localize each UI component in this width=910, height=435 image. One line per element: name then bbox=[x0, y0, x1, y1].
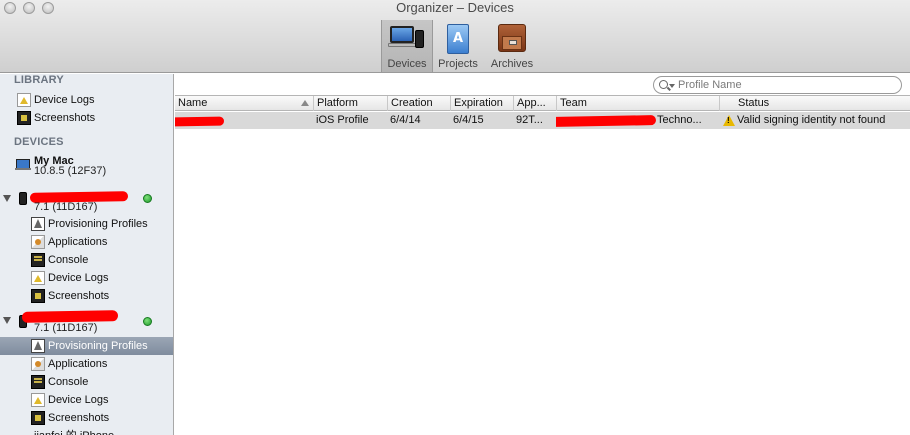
cell-status: Valid signing identity not found bbox=[719, 112, 910, 129]
devices-header: DEVICES bbox=[14, 136, 64, 148]
sidebar-item-label: jianfei 的 iPhone bbox=[34, 427, 114, 435]
sidebar-item-library-device-logs[interactable]: Device Logs bbox=[0, 91, 173, 109]
device-connected-status-dot bbox=[143, 194, 152, 203]
sidebar-item-my-mac[interactable]: My Mac 10.8.5 (12F37) bbox=[0, 154, 173, 180]
column-header-label: Name bbox=[178, 97, 208, 109]
sidebar-item-device-3[interactable]: jianfei 的 iPhone bbox=[0, 427, 173, 435]
sidebar-item-device-2-screenshots[interactable]: Screenshots bbox=[0, 409, 173, 427]
cell-app-id: 92T... bbox=[516, 114, 543, 126]
sidebar-item-device-1-provisioning-profiles[interactable]: Provisioning Profiles bbox=[0, 215, 173, 233]
cell-creation: 6/4/14 bbox=[390, 114, 421, 126]
cell-name bbox=[175, 112, 313, 129]
sidebar-item-device-2-device-logs[interactable]: Device Logs bbox=[0, 391, 173, 409]
column-header-label: Team bbox=[560, 97, 587, 109]
mac-version: 10.8.5 (12F37) bbox=[34, 165, 107, 177]
sidebar-item-label: Provisioning Profiles bbox=[48, 218, 148, 230]
column-header-platform[interactable]: Platform bbox=[313, 96, 387, 111]
screenshots-icon bbox=[17, 111, 31, 125]
sidebar-item-device-1[interactable]: 7.1 (11D167) bbox=[0, 190, 173, 213]
sidebar-item-label: Applications bbox=[48, 236, 108, 248]
device-connected-status-dot bbox=[143, 317, 152, 326]
console-icon bbox=[31, 375, 45, 389]
search-options-chevron-icon[interactable] bbox=[669, 84, 675, 88]
sidebar-item-device-1-screenshots[interactable]: Screenshots bbox=[0, 287, 173, 305]
device-logs-icon bbox=[17, 93, 31, 107]
screenshots-icon bbox=[31, 289, 45, 303]
sidebar-item-label: Device Logs bbox=[48, 272, 109, 284]
toolbar-projects-label: Projects bbox=[438, 58, 478, 70]
library-header: LIBRARY bbox=[14, 74, 64, 86]
device-logs-icon bbox=[31, 393, 45, 407]
profile-search-field[interactable] bbox=[653, 76, 902, 94]
sidebar-item-label: Provisioning Profiles bbox=[48, 340, 148, 352]
applications-icon bbox=[31, 235, 45, 249]
sort-ascending-icon bbox=[301, 100, 309, 106]
column-header-label: Platform bbox=[317, 97, 358, 109]
cell-team: Techno... bbox=[556, 112, 719, 129]
column-header-team[interactable]: Team bbox=[556, 96, 719, 111]
applications-icon bbox=[31, 357, 45, 371]
sidebar-item-label: Device Logs bbox=[34, 94, 95, 106]
iphone-icon bbox=[19, 192, 27, 205]
device-1-version: 7.1 (11D167) bbox=[34, 201, 98, 213]
device-logs-icon bbox=[31, 271, 45, 285]
sidebar-item-library-screenshots[interactable]: Screenshots bbox=[0, 109, 173, 127]
cell-platform: iOS Profile bbox=[316, 114, 369, 126]
sidebar-item-label: Device Logs bbox=[48, 394, 109, 406]
archives-icon bbox=[498, 24, 526, 52]
column-header-label: Status bbox=[738, 97, 770, 109]
column-header-expiration[interactable]: Expiration bbox=[450, 96, 513, 111]
sidebar-item-device-2-applications[interactable]: Applications bbox=[0, 355, 173, 373]
sidebar-item-label: Screenshots bbox=[34, 112, 96, 124]
toolbar-devices-label: Devices bbox=[387, 58, 427, 70]
sidebar-item-device-2-provisioning-profiles[interactable]: Provisioning Profiles bbox=[0, 337, 173, 355]
column-header-app-id[interactable]: App... bbox=[513, 96, 556, 111]
screenshots-icon bbox=[31, 411, 45, 425]
column-header-label: Creation bbox=[391, 97, 433, 109]
profiles-panel: Name Platform Creation Expiration App...… bbox=[175, 74, 910, 435]
toolbar-devices-button[interactable]: Devices bbox=[381, 20, 433, 72]
disclosure-triangle-icon[interactable] bbox=[3, 195, 11, 202]
toolbar-archives-label: Archives bbox=[490, 58, 534, 70]
devices-icon bbox=[388, 24, 424, 52]
console-icon bbox=[31, 253, 45, 267]
table-header: Name Platform Creation Expiration App...… bbox=[175, 95, 910, 111]
sidebar-item-device-1-applications[interactable]: Applications bbox=[0, 233, 173, 251]
toolbar-projects-button[interactable]: Projects bbox=[432, 20, 484, 72]
provisioning-profiles-icon bbox=[31, 339, 45, 353]
column-header-status[interactable]: Status bbox=[719, 96, 910, 111]
window-titlebar: Organizer – Devices Devices Projects Arc… bbox=[0, 0, 910, 73]
window-title: Organizer – Devices bbox=[396, 0, 514, 15]
redacted-team-name bbox=[556, 115, 657, 127]
column-header-creation[interactable]: Creation bbox=[387, 96, 450, 111]
search-icon bbox=[659, 80, 668, 89]
sidebar-item-label: Applications bbox=[48, 358, 108, 370]
sidebar-item-label: Console bbox=[48, 254, 89, 266]
warning-icon bbox=[723, 115, 735, 126]
mac-icon bbox=[15, 157, 31, 171]
search-bar bbox=[175, 74, 910, 95]
sidebar: LIBRARY Device Logs Screenshots DEVICES … bbox=[0, 74, 174, 435]
sidebar-item-device-1-device-logs[interactable]: Device Logs bbox=[0, 269, 173, 287]
device-2-version: 7.1 (11D167) bbox=[34, 322, 98, 334]
sidebar-item-label: Screenshots bbox=[48, 290, 110, 302]
table-row[interactable]: iOS Profile 6/4/14 6/4/15 92T... Techno.… bbox=[175, 112, 910, 129]
toolbar-archives-button[interactable]: Archives bbox=[486, 20, 538, 72]
redacted-profile-name bbox=[175, 116, 225, 127]
column-header-label: App... bbox=[517, 97, 546, 109]
sidebar-item-label: Console bbox=[48, 376, 89, 388]
column-header-name[interactable]: Name bbox=[175, 96, 313, 111]
sidebar-item-label: Screenshots bbox=[48, 412, 110, 424]
profile-search-input[interactable] bbox=[678, 78, 893, 92]
provisioning-profiles-icon bbox=[31, 217, 45, 231]
projects-icon bbox=[447, 24, 469, 54]
sidebar-item-device-2-console[interactable]: Console bbox=[0, 373, 173, 391]
disclosure-triangle-icon[interactable] bbox=[3, 317, 11, 324]
column-header-label: Expiration bbox=[454, 97, 503, 109]
cell-expiration: 6/4/15 bbox=[453, 114, 484, 126]
sidebar-item-device-2[interactable]: 7.1 (11D167) bbox=[0, 310, 173, 334]
sidebar-item-device-1-console[interactable]: Console bbox=[0, 251, 173, 269]
